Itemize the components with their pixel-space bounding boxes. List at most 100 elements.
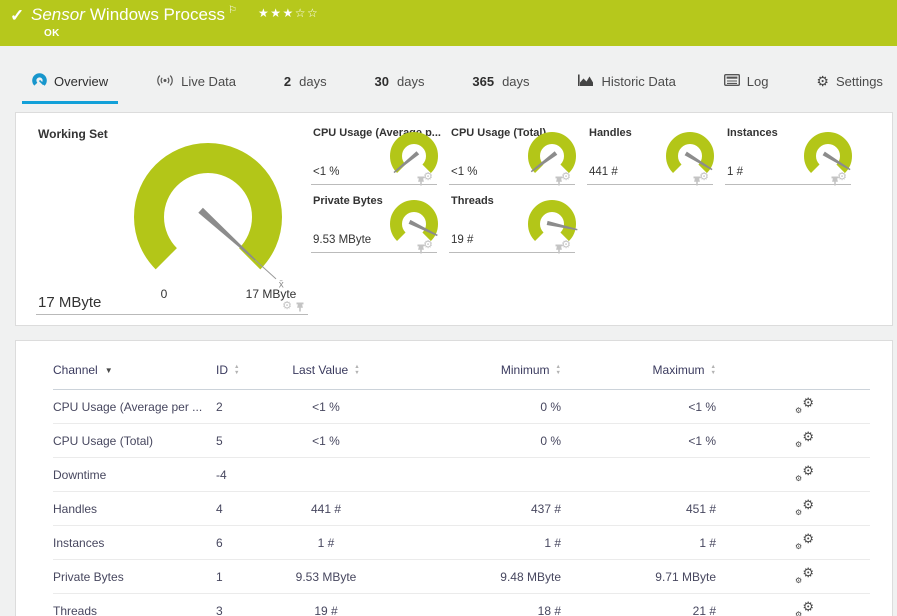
cell-maximum: <1 % [688, 433, 716, 448]
tab-label: days [299, 74, 327, 89]
pin-icon[interactable] [296, 302, 304, 312]
tile-actions: ⚙ [555, 240, 571, 254]
gauge-tile-private-bytes: Private Bytes 9.53 MByte ⚙ [311, 193, 449, 261]
sort-updown-icon[interactable]: ▲ ▼ [556, 365, 561, 376]
pin-icon[interactable] [555, 244, 563, 254]
sensor-status-header: ✓ Sensor Windows Process ⚐ ★★★☆☆ OK [0, 0, 897, 46]
table-row[interactable]: CPU Usage (Total) 5 <1 % 0 % <1 % ⚙ ⚙ [53, 423, 870, 458]
gauge-tile-instances: Instances 1 # ⚙ [725, 125, 863, 193]
channel-settings-icon[interactable]: ⚙ ⚙ [795, 430, 814, 449]
channels-panel: Channel ▼ ID ▲ ▼ Last Value ▲ ▼ Minimum ▲ ▼ Maximum… [15, 340, 893, 616]
channel-settings-icon[interactable]: ⚙ ⚙ [795, 498, 814, 517]
sort-updown-icon[interactable]: ▲ ▼ [711, 365, 716, 376]
cell-last-value: 9.53 MByte [295, 569, 357, 584]
channel-settings-icon[interactable]: ⚙ ⚙ [795, 532, 814, 551]
cell-channel: Threads [53, 603, 98, 616]
tab-label: Historic Data [601, 74, 676, 89]
tab-30-days[interactable]: 30 days [365, 62, 435, 104]
cell-id: -4 [216, 467, 227, 482]
gauge-value: 19 # [451, 234, 474, 246]
cell-last-value [266, 458, 386, 492]
sort-updown-icon[interactable]: ▲ ▼ [234, 365, 239, 376]
tab-label: Settings [835, 74, 883, 89]
cell-minimum: 9.48 MByte [500, 569, 561, 584]
broadcast-icon [156, 74, 174, 90]
tab-historic-data[interactable]: Historic Data [567, 62, 685, 104]
gauge-value: 17 MByte [38, 294, 102, 311]
cell-last-value: <1 % [312, 433, 340, 448]
channel-settings-icon[interactable]: ⚙ ⚙ [795, 464, 814, 483]
column-header-channel[interactable]: Channel ▼ [53, 359, 216, 390]
table-row[interactable]: Instances 6 1 # 1 # 1 # ⚙ ⚙ [53, 525, 870, 560]
pin-icon[interactable] [831, 176, 839, 186]
cell-maximum: 21 # [692, 603, 716, 616]
tab-label: Live Data [181, 74, 237, 89]
cell-minimum: 0 % [540, 399, 561, 414]
pin-icon[interactable] [693, 176, 701, 186]
channel-settings-icon[interactable]: ⚙ ⚙ [795, 396, 814, 415]
table-row[interactable]: CPU Usage (Average per ... 2 <1 % 0 % <1 % ⚙ ⚙ [53, 390, 870, 424]
channel-settings-icon[interactable]: ⚙ ⚙ [795, 566, 814, 585]
pin-icon[interactable] [555, 176, 563, 186]
column-header-maximum[interactable]: Maximum ▲ ▼ [561, 359, 716, 390]
cell-maximum: <1 % [688, 399, 716, 414]
cell-maximum: 9.71 MByte [655, 569, 716, 584]
cell-id: 2 [216, 399, 223, 414]
channels-table-body: CPU Usage (Average per ... 2 <1 % 0 % <1 % ⚙ ⚙… [53, 390, 870, 616]
table-row[interactable]: Handles 4 441 # 437 # 451 # ⚙ ⚙ [53, 491, 870, 526]
cell-channel: Instances [53, 535, 105, 550]
tab-365-days[interactable]: 365 days [462, 62, 539, 104]
priority-stars[interactable]: ★★★☆☆ [258, 6, 319, 20]
gauge-title: Instances [727, 127, 778, 139]
sort-desc-icon[interactable]: ▼ [105, 366, 113, 375]
tab-label: Log [746, 74, 769, 89]
gauge-icon [32, 72, 47, 91]
cell-id: 5 [216, 433, 223, 448]
cell-minimum: 437 # [530, 501, 561, 516]
column-header-last-value[interactable]: Last Value ▲ ▼ [266, 359, 386, 390]
cell-channel: Private Bytes [53, 569, 124, 584]
pin-icon[interactable] [417, 176, 425, 186]
gauge-tile-working-set: Working Set x̄ 0 17 MByte 17 MByte ⚙ [16, 113, 316, 325]
gauge-value: 9.53 MByte [313, 234, 372, 246]
sensor-type-label: Sensor [31, 5, 85, 24]
cell-minimum: 1 # [544, 535, 561, 550]
cell-last-value: <1 % [312, 399, 340, 414]
gauge-tile-cpu-usage-average-p: CPU Usage (Average p... <1 % ⚙ [311, 125, 449, 193]
column-header-id[interactable]: ID ▲ ▼ [216, 359, 266, 390]
tab-settings[interactable]: ⚙ Settings [806, 62, 893, 104]
gauge-value: 441 # [589, 166, 618, 178]
gauge-value: 1 # [727, 166, 743, 178]
tab-label: days [397, 74, 425, 89]
cell-channel: Downtime [53, 467, 107, 482]
tab-2-days[interactable]: 2 days [274, 62, 337, 104]
cell-channel: CPU Usage (Total) [53, 433, 154, 448]
area-chart-icon [577, 74, 594, 90]
tile-actions: ⚙ [555, 172, 571, 186]
gauge-min-label: 0 [160, 287, 168, 301]
gauge-tile-cpu-usage-total: CPU Usage (Total) <1 % ⚙ [449, 125, 587, 193]
cell-last-value: 441 # [310, 501, 342, 516]
table-row[interactable]: Threads 3 19 # 18 # 21 # ⚙ ⚙ [53, 593, 870, 616]
tile-divider [36, 314, 308, 315]
pin-icon[interactable] [417, 244, 425, 254]
column-header-minimum[interactable]: Minimum ▲ ▼ [386, 359, 561, 390]
gear-icon[interactable]: ⚙ [282, 301, 292, 312]
tile-actions: ⚙ [693, 172, 709, 186]
table-row[interactable]: Private Bytes 1 9.53 MByte 9.48 MByte 9.71 M… [53, 559, 870, 594]
tile-actions: ⚙ [831, 172, 847, 186]
working-set-gauge: x̄ [120, 129, 296, 310]
tab-overview[interactable]: Overview [22, 62, 119, 104]
cell-maximum: 1 # [699, 535, 716, 550]
channels-table: Channel ▼ ID ▲ ▼ Last Value ▲ ▼ Minimum ▲ ▼ Maximum… [53, 359, 870, 616]
tab-bar: Overview Live Data 2 days 30 days 365 days Histo… [0, 46, 897, 104]
tab-live-data[interactable]: Live Data [146, 62, 246, 104]
table-row[interactable]: Downtime -4 ⚙ ⚙ [53, 457, 870, 492]
sort-updown-icon[interactable]: ▲ ▼ [354, 365, 359, 376]
tab-log[interactable]: Log [714, 62, 779, 104]
sensor-name: Windows Process [89, 5, 225, 24]
tab-label: days [502, 74, 530, 89]
flag-icon[interactable]: ⚐ [228, 5, 237, 16]
channel-settings-icon[interactable]: ⚙ ⚙ [795, 600, 814, 616]
log-icon [723, 73, 740, 89]
